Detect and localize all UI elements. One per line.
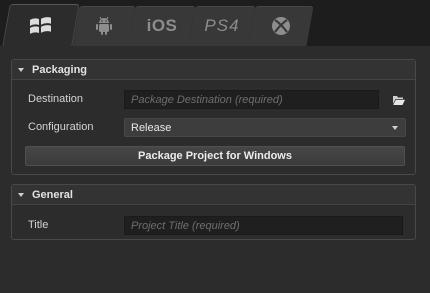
tab-ps4[interactable]: PS4 — [188, 6, 256, 46]
destination-input[interactable]: Package Destination (required) — [124, 90, 379, 109]
project-title-input[interactable]: Project Title (required) — [124, 216, 403, 235]
tab-ios-label: iOS — [146, 16, 178, 35]
packaging-title: Packaging — [32, 63, 88, 76]
xbox-logo-icon — [271, 16, 291, 36]
destination-label: Destination — [28, 93, 84, 105]
browse-folder-button[interactable] — [391, 92, 407, 108]
tab-android[interactable] — [72, 6, 136, 46]
android-logo-icon — [95, 16, 113, 36]
destination-row: Destination Package Destination (require… — [12, 90, 415, 110]
tab-ios[interactable]: iOS — [128, 6, 196, 46]
packaging-panel-header[interactable]: Packaging — [12, 60, 415, 80]
package-project-button[interactable]: Package Project for Windows — [25, 146, 405, 166]
general-panel-header[interactable]: General — [12, 185, 415, 205]
configuration-row: Configuration Release — [12, 118, 415, 138]
tab-windows[interactable] — [2, 4, 80, 46]
general-title: General — [32, 188, 73, 201]
tab-ps4-label: PS4 — [204, 16, 240, 35]
collapse-caret-icon — [18, 192, 24, 197]
dropdown-arrow-icon — [392, 126, 398, 130]
platform-tab-bar: iOS PS4 — [0, 0, 430, 46]
configuration-label: Configuration — [28, 121, 94, 133]
general-panel: General Title Project Title (required) — [11, 184, 416, 240]
packaging-panel: Packaging Destination Package Destinatio… — [11, 59, 416, 175]
title-row: Title Project Title (required) — [12, 216, 415, 236]
collapse-caret-icon — [18, 67, 24, 72]
title-label: Title — [28, 219, 49, 231]
configuration-value: Release — [131, 122, 172, 134]
windows-logo-icon — [29, 15, 53, 35]
folder-open-icon — [393, 96, 405, 105]
configuration-select[interactable]: Release — [124, 118, 406, 137]
tab-xbox[interactable] — [248, 6, 314, 46]
